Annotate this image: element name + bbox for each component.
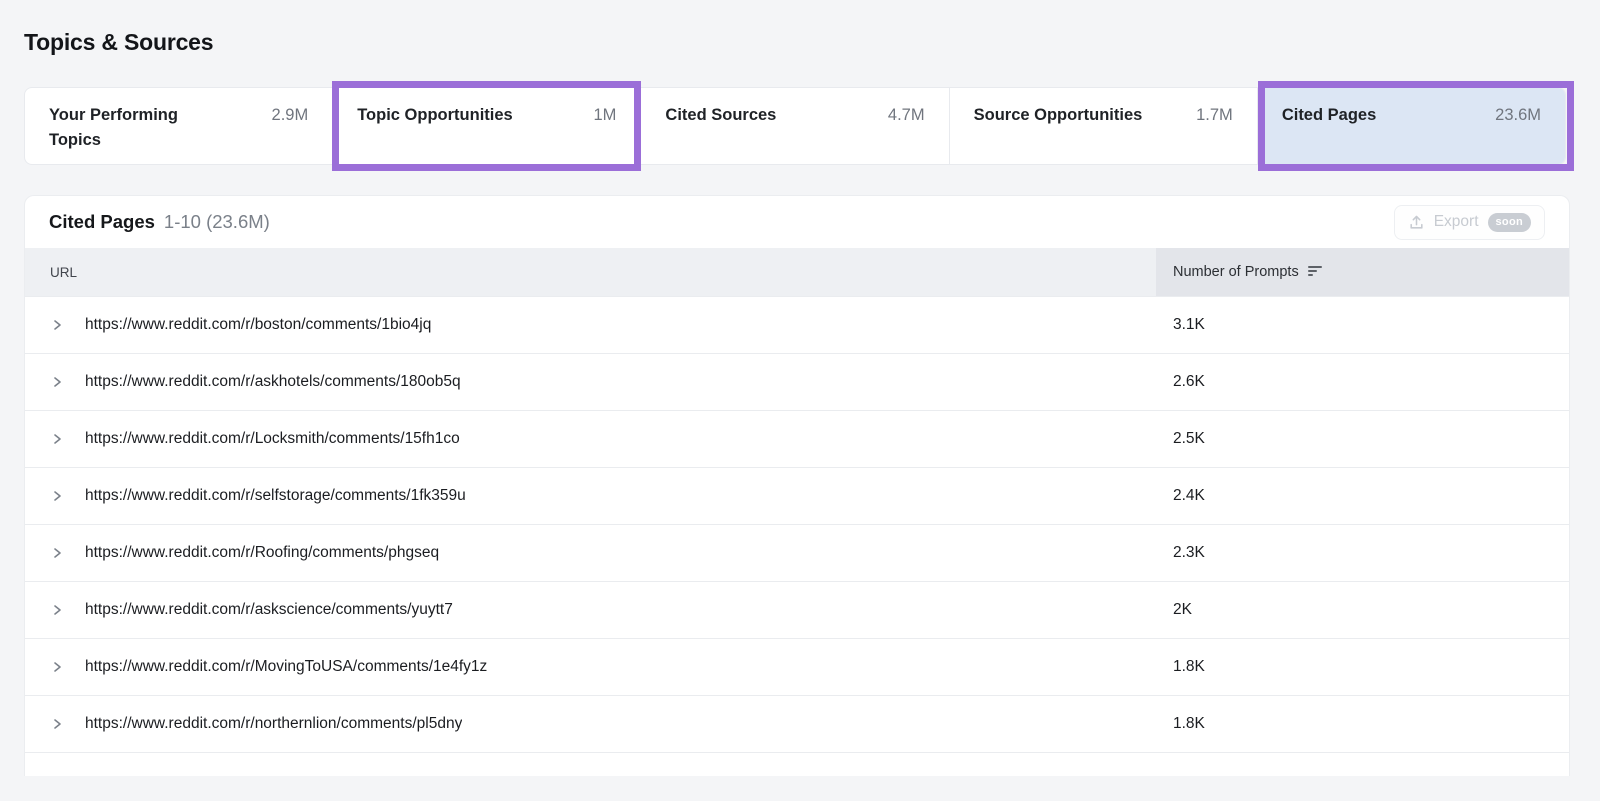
prompts-value: 2.6K (1156, 373, 1569, 391)
sort-descending-icon (1308, 265, 1323, 281)
column-header-url: URL (25, 248, 1156, 296)
card-range: 1-10 (23.6M) (164, 211, 270, 232)
column-header-prompts-label: Number of Prompts (1173, 264, 1299, 280)
tab-bar: Your Performing Topics 2.9M Topic Opport… (24, 87, 1566, 165)
expand-row-button[interactable] (51, 603, 65, 617)
export-button-label: Export (1434, 213, 1479, 231)
prompts-value: 2.3K (1156, 544, 1569, 562)
url-text: https://www.reddit.com/r/northernlion/co… (85, 715, 462, 733)
cited-pages-card: Cited Pages 1-10 (23.6M) Export soon URL … (24, 195, 1570, 776)
tab-bar-wrap: Your Performing Topics 2.9M Topic Opport… (24, 87, 1566, 165)
url-cell: https://www.reddit.com/r/MovingToUSA/com… (25, 658, 1156, 676)
url-text: https://www.reddit.com/r/boston/comments… (85, 316, 431, 334)
url-text: https://www.reddit.com/r/askhotels/comme… (85, 373, 461, 391)
expand-row-button[interactable] (51, 660, 65, 674)
url-text: https://www.reddit.com/r/askscience/comm… (85, 601, 453, 619)
tab-label: Cited Sources (665, 103, 776, 128)
tab-value: 1.7M (1196, 103, 1233, 128)
table-row[interactable]: https://www.reddit.com/r/Locksmith/comme… (25, 410, 1569, 467)
tab-value: 2.9M (272, 103, 309, 128)
card-title: Cited Pages (49, 211, 155, 232)
table-row-clipped (25, 752, 1569, 776)
prompts-value: 1.8K (1156, 715, 1569, 733)
url-cell: https://www.reddit.com/r/boston/comments… (25, 316, 1156, 334)
expand-row-button[interactable] (51, 375, 65, 389)
table-row[interactable]: https://www.reddit.com/r/northernlion/co… (25, 695, 1569, 752)
page-title: Topics & Sources (24, 29, 1576, 56)
url-cell: https://www.reddit.com/r/Locksmith/comme… (25, 430, 1156, 448)
table-header-row: URL Number of Prompts (25, 248, 1569, 296)
tab-label: Topic Opportunities (357, 103, 513, 128)
tab-label: Cited Pages (1282, 103, 1376, 128)
url-cell: https://www.reddit.com/r/northernlion/co… (25, 715, 1156, 733)
card-header: Cited Pages 1-10 (23.6M) Export soon (25, 196, 1569, 248)
export-button[interactable]: Export soon (1394, 205, 1545, 240)
expand-row-button[interactable] (51, 432, 65, 446)
upload-icon (1408, 214, 1425, 231)
column-header-number-of-prompts[interactable]: Number of Prompts (1156, 248, 1569, 296)
prompts-value: 2K (1156, 601, 1569, 619)
export-soon-badge: soon (1488, 213, 1531, 232)
prompts-value: 2.5K (1156, 430, 1569, 448)
tab-cited-pages[interactable]: Cited Pages 23.6M (1257, 88, 1565, 164)
table-row[interactable]: https://www.reddit.com/r/boston/comments… (25, 296, 1569, 353)
prompts-value: 1.8K (1156, 658, 1569, 676)
table-body: https://www.reddit.com/r/boston/comments… (25, 296, 1569, 776)
url-cell: https://www.reddit.com/r/Roofing/comment… (25, 544, 1156, 562)
table-row[interactable]: https://www.reddit.com/r/selfstorage/com… (25, 467, 1569, 524)
tab-source-opportunities[interactable]: Source Opportunities 1.7M (949, 88, 1257, 164)
tab-your-performing-topics[interactable]: Your Performing Topics 2.9M (25, 88, 332, 164)
url-cell: https://www.reddit.com/r/askhotels/comme… (25, 373, 1156, 391)
tab-value: 23.6M (1495, 103, 1541, 128)
column-header-url-label: URL (50, 265, 77, 280)
prompts-value: 2.4K (1156, 487, 1569, 505)
url-text: https://www.reddit.com/r/selfstorage/com… (85, 487, 466, 505)
expand-row-button[interactable] (51, 546, 65, 560)
table-row[interactable]: https://www.reddit.com/r/MovingToUSA/com… (25, 638, 1569, 695)
url-cell: https://www.reddit.com/r/selfstorage/com… (25, 487, 1156, 505)
tab-topic-opportunities[interactable]: Topic Opportunities 1M (332, 88, 640, 164)
expand-row-button[interactable] (51, 717, 65, 731)
url-cell: https://www.reddit.com/r/askscience/comm… (25, 601, 1156, 619)
url-text: https://www.reddit.com/r/MovingToUSA/com… (85, 658, 487, 676)
tab-value: 4.7M (888, 103, 925, 128)
table-row[interactable]: https://www.reddit.com/r/Roofing/comment… (25, 524, 1569, 581)
table-row[interactable]: https://www.reddit.com/r/askscience/comm… (25, 581, 1569, 638)
expand-row-button[interactable] (51, 489, 65, 503)
table-row[interactable]: https://www.reddit.com/r/askhotels/comme… (25, 353, 1569, 410)
tab-value: 1M (593, 103, 616, 128)
url-text: https://www.reddit.com/r/Locksmith/comme… (85, 430, 460, 448)
prompts-value: 3.1K (1156, 316, 1569, 334)
card-title-group: Cited Pages 1-10 (23.6M) (49, 211, 270, 233)
expand-row-button[interactable] (51, 318, 65, 332)
tab-cited-sources[interactable]: Cited Sources 4.7M (640, 88, 948, 164)
tab-label: Your Performing Topics (49, 103, 209, 153)
url-text: https://www.reddit.com/r/Roofing/comment… (85, 544, 439, 562)
tab-label: Source Opportunities (974, 103, 1143, 128)
